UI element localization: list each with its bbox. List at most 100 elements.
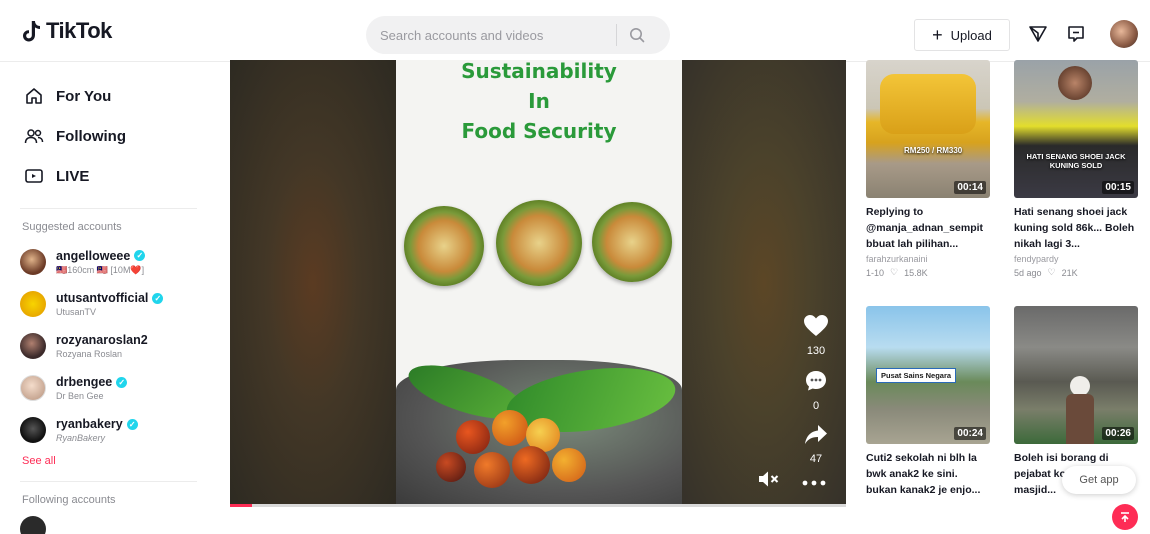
video-thumbnail[interactable]: HATI SENANG SHOEI JACK KUNING SOLD 00:15 — [1014, 60, 1138, 198]
share-button[interactable] — [804, 424, 828, 451]
thumbnail-overlay-text: HATI SENANG SHOEI JACK KUNING SOLD — [1026, 152, 1126, 170]
profile-avatar[interactable] — [1110, 20, 1138, 48]
see-all-link[interactable]: See all — [0, 451, 215, 477]
avatar — [20, 516, 46, 534]
suggested-account[interactable]: utusantvofficial ✓ UtusanTV — [0, 283, 215, 325]
suggested-account[interactable]: angelloweee ✓ 🇲🇾160cm 🇲🇾 [10M❤️] — [0, 241, 215, 283]
thumbnail-overlay-text: Pusat Sains Negara — [876, 368, 957, 383]
search-icon[interactable] — [617, 27, 657, 43]
video-title-line: In — [528, 89, 550, 113]
avatar — [20, 375, 46, 401]
related-videos-grid: RM250 / RM330 00:14 Replying to @manja_a… — [866, 60, 1150, 534]
verified-icon: ✓ — [152, 292, 164, 304]
following-accounts-title: Following accounts — [22, 494, 116, 506]
suggested-account[interactable]: rozyanaroslan2 Rozyana Roslan — [0, 325, 215, 367]
account-username: rozyanaroslan2 — [56, 333, 148, 347]
account-display-name: Dr Ben Gee — [56, 391, 104, 401]
home-icon — [26, 88, 42, 104]
related-video-title[interactable]: Cuti2 sekolah ni blh la bwk anak2 ke sin… — [866, 450, 990, 498]
verified-icon: ✓ — [116, 376, 128, 388]
suggested-account[interactable]: ryanbakery ✓ RyanBakery — [0, 409, 215, 451]
nav-for-you[interactable]: For You — [0, 76, 215, 116]
account-username: ryanbakery — [56, 417, 123, 431]
sidebar: For You Following LIVE Suggested account… — [0, 62, 215, 534]
related-video-title[interactable]: Replying to @manja_adnan_sempit bbuat la… — [866, 204, 990, 252]
video-progress-fill — [230, 504, 252, 507]
video-player[interactable]: Sustainability In Food Security 130 0 47 — [230, 60, 846, 506]
following-account[interactable] — [0, 514, 215, 534]
account-display-name: 🇲🇾160cm 🇲🇾 [10M❤️] — [56, 264, 145, 275]
video-duration: 00:26 — [1102, 427, 1134, 440]
related-video-author[interactable]: fendypardy — [1014, 254, 1138, 264]
scroll-to-top-button[interactable] — [1112, 504, 1138, 530]
volume-muted-icon — [759, 471, 779, 487]
video-progress-bar[interactable] — [230, 504, 846, 507]
suggested-account[interactable]: drbengee ✓ Dr Ben Gee — [0, 367, 215, 409]
nav-following[interactable]: Following — [0, 116, 215, 156]
related-video-meta: 1-10 ♡ 15.8K — [866, 267, 990, 278]
related-video-author[interactable]: farahzurkanaini — [866, 254, 990, 264]
video-duration: 00:24 — [954, 427, 986, 440]
verified-icon: ✓ — [126, 418, 138, 430]
video-title-line: Food Security — [461, 119, 617, 143]
palm-fruit-image — [492, 410, 528, 446]
upload-button[interactable]: + Upload — [914, 19, 1010, 51]
related-video-card[interactable]: HATI SENANG SHOEI JACK KUNING SOLD 00:15… — [1014, 60, 1138, 278]
nav-label: LIVE — [56, 167, 90, 185]
related-video-title[interactable]: Hati senang shoei jack kuning sold 86k..… — [1014, 204, 1138, 252]
account-display-name: UtusanTV — [56, 307, 97, 317]
account-display-name: Rozyana Roslan — [56, 349, 123, 359]
food-plate-image — [404, 206, 484, 286]
video-thumbnail[interactable]: Pusat Sains Negara 00:24 — [866, 306, 990, 444]
person-head-image — [1070, 376, 1090, 396]
nav-label: For You — [56, 87, 112, 105]
related-video-meta: 5d ago ♡ 21K — [1014, 267, 1138, 278]
verified-icon: ✓ — [134, 250, 146, 261]
share-icon — [805, 425, 827, 444]
inbox-icon[interactable] — [1064, 22, 1088, 46]
arrow-up-icon — [1121, 512, 1129, 522]
nav-live[interactable]: LIVE — [0, 156, 215, 196]
live-icon — [25, 169, 43, 183]
nav-label: Following — [56, 127, 126, 145]
palm-fruit-image — [436, 452, 466, 482]
related-video-likes: 15.8K — [904, 267, 928, 278]
related-video-card[interactable]: Pusat Sains Negara 00:24 Cuti2 sekolah n… — [866, 306, 990, 498]
tiktok-note-icon — [23, 21, 40, 42]
video-thumbnail[interactable]: 00:26 — [1014, 306, 1138, 444]
heart-outline-icon: ♡ — [890, 267, 899, 277]
video-title-line: Sustainability — [461, 60, 617, 83]
tiktok-logo[interactable]: TikTok — [22, 18, 112, 44]
top-header: TikTok + Upload — [0, 0, 1150, 62]
person-head-image — [1058, 66, 1092, 100]
comment-count: 0 — [812, 400, 820, 412]
video-frame[interactable]: Sustainability In Food Security — [396, 60, 682, 506]
share-count: 47 — [809, 453, 823, 465]
video-overlay-title: Sustainability In Food Security — [396, 60, 682, 146]
search-input[interactable] — [366, 27, 616, 43]
like-button[interactable] — [803, 314, 829, 343]
video-duration: 00:15 — [1102, 181, 1134, 194]
thumbnail-overlay-text: RM250 / RM330 — [904, 146, 963, 155]
account-username: drbengee — [56, 375, 113, 389]
send-icon[interactable] — [1026, 22, 1050, 46]
food-plate-image — [496, 200, 582, 286]
more-options-icon[interactable] — [802, 473, 826, 491]
search-bar — [366, 16, 670, 54]
video-actions: 130 0 47 — [798, 314, 834, 477]
related-video-likes: 21K — [1061, 267, 1078, 278]
avatar — [20, 333, 46, 359]
account-display-name: RyanBakery — [56, 433, 106, 443]
suggested-accounts-title: Suggested accounts — [22, 221, 122, 233]
avatar — [20, 291, 46, 317]
video-thumbnail[interactable]: RM250 / RM330 00:14 — [866, 60, 990, 198]
related-video-card[interactable]: RM250 / RM330 00:14 Replying to @manja_a… — [866, 60, 990, 278]
mute-button[interactable] — [758, 470, 780, 493]
person-body-image — [1066, 394, 1094, 444]
comment-button[interactable] — [804, 369, 828, 398]
get-app-button[interactable]: Get app — [1062, 466, 1136, 494]
video-bottom-controls — [758, 470, 826, 493]
heart-outline-icon: ♡ — [1047, 267, 1056, 277]
video-blur-background-left — [230, 60, 396, 506]
plus-icon: + — [932, 25, 943, 45]
